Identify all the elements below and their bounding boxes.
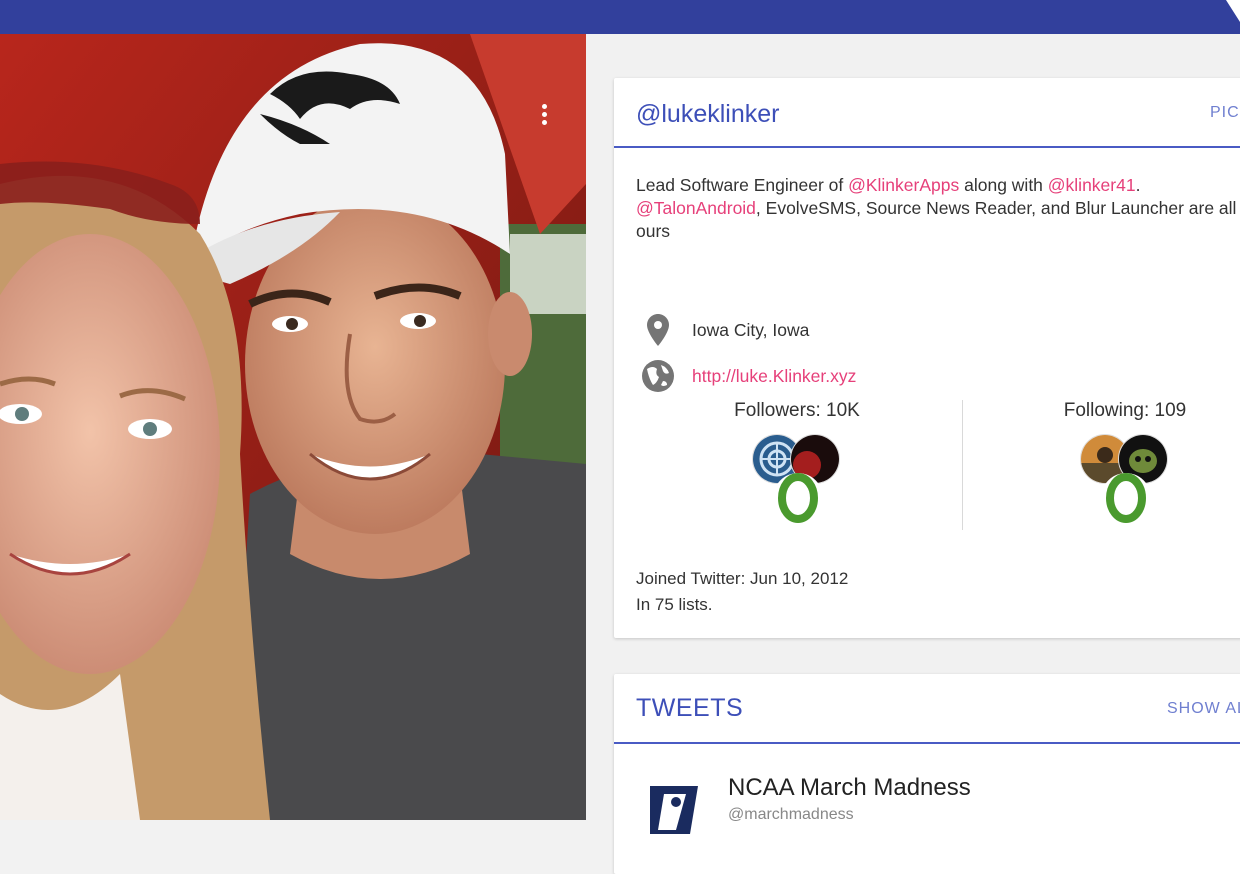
website-link[interactable]: http://luke.Klinker.xyz	[692, 366, 856, 387]
profile-card-header: @lukeklinker PICTURES	[614, 78, 1240, 148]
bio-text: .	[1135, 175, 1141, 195]
mention-link[interactable]: @klinker41	[1048, 175, 1136, 195]
tweets-card: TWEETS SHOW ALL NCAA March Madness @marc…	[614, 674, 1240, 874]
tweet-item[interactable]: NCAA March Madness @marchmadness	[636, 766, 1236, 866]
followers-block[interactable]: Followers: 10K	[632, 400, 962, 530]
profile-details-pane: @lukeklinker PICTURES Lead Software Engi…	[586, 34, 1240, 874]
location-text: Iowa City, Iowa	[692, 319, 810, 340]
tweets-card-header: TWEETS SHOW ALL	[614, 674, 1240, 744]
bio-text: Lead Software Engineer of	[636, 175, 849, 195]
followers-count: Followers: 10K	[734, 400, 860, 421]
profile-bio: Lead Software Engineer of @KlinkerApps a…	[636, 174, 1240, 243]
bio-text: along with	[959, 175, 1048, 195]
more-vert-icon[interactable]	[534, 98, 554, 130]
mention-link[interactable]: @KlinkerApps	[848, 175, 959, 195]
following-avatars	[1070, 430, 1180, 530]
tweet-author-name: NCAA March Madness	[728, 774, 971, 801]
joined-info: Joined Twitter: Jun 10, 2012 In 75 lists…	[636, 566, 848, 618]
couple-selfie-image	[0, 34, 586, 820]
profile-header-photo	[0, 34, 586, 820]
pictures-button[interactable]: PICTURES	[1210, 104, 1240, 122]
joined-date: Joined Twitter: Jun 10, 2012	[636, 569, 849, 588]
website-row: http://luke.Klinker.xyz	[636, 358, 856, 394]
tweet-author-avatar[interactable]	[646, 782, 702, 838]
following-count: Following: 109	[1063, 400, 1187, 421]
profile-handle: @lukeklinker	[636, 100, 780, 128]
app-bar-corner	[1226, 0, 1240, 22]
tweet-author-handle: @marchmadness	[728, 806, 854, 823]
mention-link[interactable]: @TalonAndroid	[636, 198, 756, 218]
show-all-button[interactable]: SHOW ALL	[1167, 700, 1240, 718]
map-pin-icon	[636, 314, 680, 346]
following-avatar[interactable]	[1100, 472, 1152, 524]
follow-stats: Followers: 10K Following: 109	[614, 400, 1240, 540]
app-bar	[0, 0, 1240, 34]
tweets-title: TWEETS	[636, 694, 744, 722]
location-row: Iowa City, Iowa	[636, 312, 809, 348]
followers-avatars	[742, 430, 852, 530]
profile-card: @lukeklinker PICTURES Lead Software Engi…	[614, 78, 1240, 638]
lists-count: In 75 lists.	[636, 595, 713, 614]
globe-icon	[636, 359, 680, 393]
follower-avatar[interactable]	[772, 472, 824, 524]
following-block[interactable]: Following: 109	[960, 400, 1240, 530]
